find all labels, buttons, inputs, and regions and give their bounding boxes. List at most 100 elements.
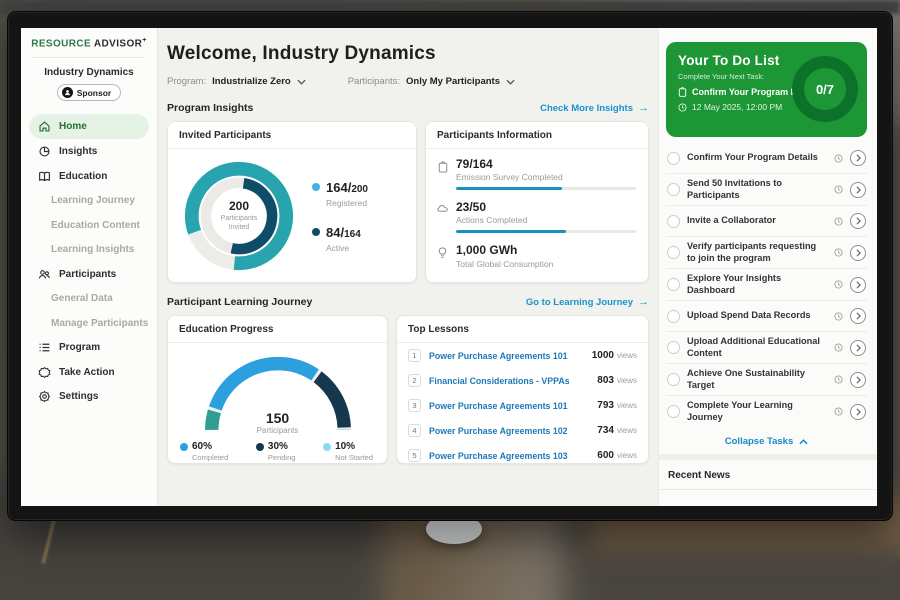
stat-global-consumption: 1,000 GWh Total Global Consumption bbox=[436, 244, 636, 268]
task-checkbox[interactable] bbox=[667, 278, 680, 291]
task-chevron-button[interactable] bbox=[850, 340, 866, 356]
todo-progress-badge: 0/7 bbox=[792, 56, 858, 122]
sidebar-item-education-content[interactable]: Education Content bbox=[21, 213, 157, 238]
task-checkbox[interactable] bbox=[667, 373, 680, 386]
task-checkbox[interactable] bbox=[667, 152, 680, 165]
task-chevron-button[interactable] bbox=[850, 308, 866, 324]
completed-label: Completed bbox=[192, 453, 228, 462]
sidebar-item-home[interactable]: Home bbox=[29, 114, 149, 139]
task-chevron-button[interactable] bbox=[850, 277, 866, 293]
sponsor-label: Sponsor bbox=[77, 88, 111, 98]
card-title: Education Progress bbox=[168, 316, 387, 343]
chevron-down-icon bbox=[506, 79, 515, 85]
recent-news-title: Recent News bbox=[666, 460, 867, 489]
legend-item-not-started: 10% Not Started bbox=[323, 441, 373, 462]
clock-icon bbox=[678, 103, 687, 112]
arrow-right-icon: → bbox=[638, 297, 649, 308]
registered-total: 200 bbox=[351, 184, 368, 195]
sidebar-item-program[interactable]: Program bbox=[21, 335, 157, 360]
go-to-learning-journey-link[interactable]: Go to Learning Journey → bbox=[526, 297, 649, 308]
task-row[interactable]: Upload Additional Educational Content bbox=[666, 332, 867, 364]
task-row[interactable]: Send 50 Invitations to Participants bbox=[666, 174, 867, 206]
gauge-legend: 60% Completed 30% Pending 10% bbox=[168, 433, 387, 462]
sidebar-item-general-data[interactable]: General Data bbox=[21, 286, 157, 311]
clock-icon bbox=[834, 375, 843, 384]
task-row[interactable]: Verify participants requesting to join t… bbox=[666, 237, 867, 269]
legend-item-registered: 164/200 Registered bbox=[312, 179, 368, 208]
sidebar-item-settings[interactable]: Settings bbox=[21, 384, 157, 409]
lesson-views: 734 bbox=[597, 425, 614, 436]
lesson-link[interactable]: Power Purchase Agreements 102 bbox=[429, 426, 597, 436]
views-suffix: views bbox=[617, 401, 637, 410]
lesson-link[interactable]: Power Purchase Agreements 103 bbox=[429, 451, 597, 461]
program-dropdown[interactable]: Program: Industrialize Zero bbox=[167, 76, 306, 87]
participants-label: Participants: bbox=[348, 76, 400, 87]
views-suffix: views bbox=[617, 451, 637, 460]
donut-center-value: 200 bbox=[229, 199, 249, 213]
education-progress-card: Education Progress 150 Participants bbox=[167, 315, 388, 464]
task-label: Verify participants requesting to join t… bbox=[687, 241, 827, 264]
task-checkbox[interactable] bbox=[667, 246, 680, 259]
task-label: Upload Additional Educational Content bbox=[687, 336, 827, 359]
task-row[interactable]: Explore Your Insights Dashboard bbox=[666, 269, 867, 301]
task-chevron-button[interactable] bbox=[850, 404, 866, 420]
lesson-link[interactable]: Financial Considerations - VPPAs bbox=[429, 376, 597, 386]
chevron-down-icon bbox=[297, 79, 306, 85]
lesson-link[interactable]: Power Purchase Agreements 101 bbox=[429, 401, 597, 411]
sidebar-item-education[interactable]: Education bbox=[21, 164, 157, 189]
task-row[interactable]: Confirm Your Program Details bbox=[666, 143, 867, 174]
resource-advisor-logo: RESOURCE ADVISOR+ bbox=[21, 37, 157, 49]
progress-bar bbox=[456, 230, 636, 233]
logo-primary: RESOURCE bbox=[31, 38, 91, 49]
divider bbox=[659, 489, 877, 490]
sidebar-item-label: Education Content bbox=[51, 220, 140, 231]
task-row[interactable]: Upload Spend Data Records bbox=[666, 301, 867, 332]
task-chevron-button[interactable] bbox=[850, 213, 866, 229]
task-row[interactable]: Complete Your Learning Journey bbox=[666, 396, 867, 427]
task-row[interactable]: Achieve One Sustainability Target bbox=[666, 364, 867, 396]
views-suffix: views bbox=[617, 351, 637, 360]
task-checkbox[interactable] bbox=[667, 341, 680, 354]
participants-dropdown[interactable]: Participants: Only My Participants bbox=[348, 76, 515, 87]
legend-item-active: 84/164 Active bbox=[312, 224, 368, 253]
check-more-insights-link[interactable]: Check More Insights → bbox=[540, 103, 649, 114]
learning-journey-title: Participant Learning Journey bbox=[167, 296, 312, 308]
not-started-pct: 10% bbox=[335, 441, 355, 452]
task-list: Confirm Your Program Details Send 50 Inv… bbox=[666, 143, 867, 427]
sidebar-nav: Home Insights Education Learning Journey bbox=[21, 114, 157, 409]
task-chevron-button[interactable] bbox=[850, 372, 866, 388]
lesson-views: 600 bbox=[597, 450, 614, 461]
stat-value: 1,000 GWh bbox=[456, 244, 636, 257]
active-label: Active bbox=[326, 243, 361, 253]
task-checkbox[interactable] bbox=[667, 405, 680, 418]
clock-icon bbox=[834, 312, 843, 321]
scene: RESOURCE ADVISOR+ Industry Dynamics Spon… bbox=[0, 0, 900, 600]
participants-information-card: Participants Information 79/164 Emission… bbox=[425, 121, 649, 283]
lesson-views: 793 bbox=[597, 400, 614, 411]
task-chevron-button[interactable] bbox=[850, 245, 866, 261]
top-lessons-card: Top Lessons 1 Power Purchase Agreements … bbox=[396, 315, 649, 464]
people-icon bbox=[38, 268, 51, 281]
task-checkbox[interactable] bbox=[667, 183, 680, 196]
sidebar-item-learning-insights[interactable]: Learning Insights bbox=[21, 237, 157, 262]
stat-value: 79/164 bbox=[456, 158, 636, 171]
task-checkbox[interactable] bbox=[667, 215, 680, 228]
sidebar-item-take-action[interactable]: Take Action bbox=[21, 360, 157, 385]
task-checkbox[interactable] bbox=[667, 310, 680, 323]
task-row[interactable]: Invite a Collaborator bbox=[666, 206, 867, 237]
lesson-link[interactable]: Power Purchase Agreements 101 bbox=[429, 351, 592, 361]
sidebar-item-manage-participants[interactable]: Manage Participants bbox=[21, 311, 157, 336]
collapse-tasks-link[interactable]: Collapse Tasks bbox=[666, 436, 867, 447]
task-chevron-button[interactable] bbox=[850, 182, 866, 198]
clipboard-icon bbox=[436, 158, 449, 190]
task-chevron-button[interactable] bbox=[850, 150, 866, 166]
lesson-rank: 1 bbox=[408, 349, 421, 362]
sidebar-item-learning-journey[interactable]: Learning Journey bbox=[21, 188, 157, 213]
sidebar-item-insights[interactable]: Insights bbox=[21, 139, 157, 164]
lesson-rank: 3 bbox=[408, 399, 421, 412]
sidebar-item-participants[interactable]: Participants bbox=[21, 262, 157, 287]
cloud-icon bbox=[436, 201, 449, 233]
pending-label: Pending bbox=[268, 453, 296, 462]
clipboard-icon bbox=[678, 87, 687, 97]
sidebar-item-label: Learning Journey bbox=[51, 195, 135, 206]
